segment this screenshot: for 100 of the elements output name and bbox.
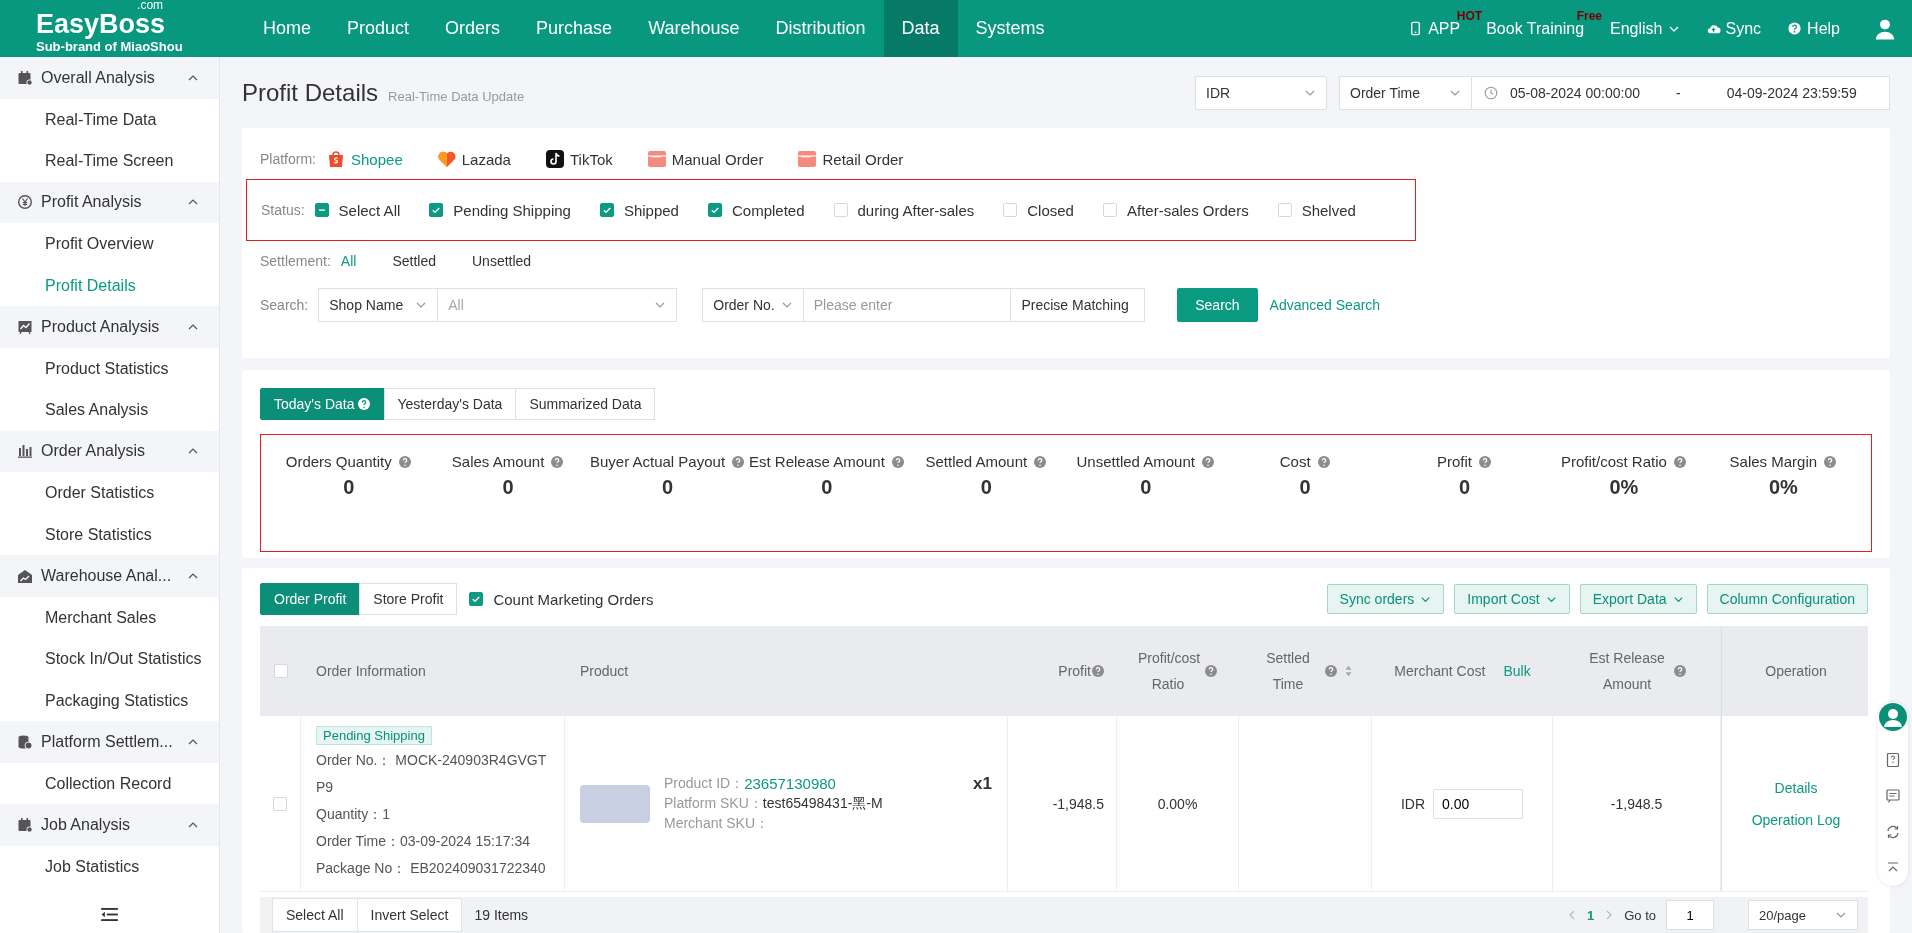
sidebar-item[interactable]: Profit Details — [0, 264, 219, 306]
platform-option[interactable]: Manual Order — [646, 149, 764, 169]
nav-item[interactable]: Data — [883, 0, 958, 57]
data-tab[interactable]: Yesterday's Data — [383, 388, 517, 420]
platform-option[interactable]: Lazada — [436, 149, 511, 169]
refresh-icon[interactable] — [1885, 824, 1901, 840]
stat-label: Buyer Actual Payout — [589, 453, 726, 470]
message-icon[interactable] — [1885, 788, 1901, 804]
column-header: Product — [580, 663, 629, 679]
checkbox[interactable] — [314, 203, 329, 217]
collapse-menu-icon[interactable] — [101, 908, 118, 921]
platform-sku-label: Platform SKU： — [664, 794, 763, 813]
data-tab[interactable]: Today's Data — [260, 388, 385, 420]
sidebar-item[interactable]: Store Statistics — [0, 513, 219, 555]
sidebar-item[interactable]: Collection Record — [0, 762, 219, 804]
table-action-button[interactable]: Sync orders — [1326, 584, 1445, 614]
store-icon — [646, 149, 667, 169]
sidebar-item[interactable]: Merchant Sales — [0, 596, 219, 638]
checkbox[interactable] — [429, 203, 444, 217]
stat-value: 0 — [1459, 476, 1471, 499]
settlement-option[interactable]: Unsettled — [472, 253, 532, 269]
platform-option[interactable]: Retail Order — [797, 149, 904, 169]
stat-label: Unsettled Amount — [1076, 453, 1195, 470]
order-field-select[interactable]: Order No. — [702, 288, 804, 322]
time-type-select[interactable]: Order Time — [1339, 75, 1472, 110]
column-header: Profit/cost Ratio — [1138, 649, 1198, 694]
page-size-select[interactable]: 20/page — [1748, 900, 1858, 930]
date-separator: - — [1676, 84, 1681, 101]
settlement-option[interactable]: All — [340, 253, 357, 269]
logo[interactable]: EasyBoss — [36, 11, 166, 37]
user-icon[interactable] — [1874, 17, 1896, 40]
language-dropdown[interactable]: English — [1610, 19, 1663, 38]
package-number: Package No： EB202409031722340 — [316, 858, 547, 878]
operation-link[interactable]: Operation Log — [1751, 811, 1841, 828]
match-mode-select[interactable]: Precise Matching — [1010, 288, 1146, 322]
column-header: Est Release Amount — [1588, 649, 1666, 694]
table-tab[interactable]: Order Profit — [260, 583, 361, 615]
sidebar-group-header[interactable]: Overall Analysis — [0, 57, 219, 99]
sidebar-item[interactable]: Order Statistics — [0, 472, 219, 514]
operation-link[interactable]: Details — [1774, 779, 1818, 796]
advanced-search-link[interactable]: Advanced Search — [1269, 297, 1381, 313]
sidebar-item[interactable]: Packaging Statistics — [0, 679, 219, 721]
nav-item[interactable]: Purchase — [518, 0, 631, 57]
nav-item[interactable]: Home — [245, 0, 329, 57]
stat-value: 0 — [661, 476, 674, 499]
select-all-button[interactable]: Select All — [272, 898, 358, 932]
data-tab[interactable]: Summarized Data — [515, 388, 656, 420]
date-range-field[interactable]: 05-08-2024 00:00:00 - 04-09-2024 23:59:59 — [1472, 75, 1890, 110]
sort-icon[interactable] — [1344, 664, 1353, 678]
profit-value: -1,948.5 — [1052, 795, 1104, 812]
nav-item[interactable]: Orders — [427, 0, 519, 57]
help-document-icon[interactable] — [1885, 752, 1901, 768]
help-icon — [1478, 454, 1493, 469]
sidebar-group-header[interactable]: Job Analysis — [0, 804, 219, 846]
sidebar-item[interactable]: Stock In/Out Statistics — [0, 638, 219, 680]
go-to-input[interactable]: 1 — [1666, 900, 1714, 930]
table-action-button[interactable]: Export Data — [1579, 584, 1697, 614]
platform-option[interactable]: TikTok — [544, 149, 613, 169]
merchant-cost-input[interactable]: 0.00 — [1433, 788, 1524, 819]
help-icon — [1204, 664, 1218, 678]
table-action-button[interactable]: Column Configuration — [1706, 584, 1868, 614]
status-option-label: Pending Shipping — [453, 201, 571, 219]
sync-button[interactable]: Sync — [1725, 19, 1762, 38]
stat-label: Cost — [1279, 453, 1311, 470]
help-icon — [890, 454, 905, 469]
nav-item[interactable]: Warehouse — [630, 0, 758, 57]
table-action-button[interactable]: Import Cost — [1454, 584, 1570, 614]
sidebar-group-header[interactable]: Warehouse Anal... — [0, 555, 219, 597]
settlement-option[interactable]: Settled — [392, 253, 436, 269]
sidebar-item[interactable]: Real-Time Screen — [0, 140, 219, 182]
avatar-icon[interactable] — [1878, 702, 1908, 732]
sidebar-item[interactable]: Sales Analysis — [0, 389, 219, 431]
nav-item[interactable]: Distribution — [757, 0, 884, 57]
warehouse-icon — [17, 567, 33, 584]
music-note-icon — [544, 149, 565, 169]
sidebar-item[interactable]: Profit Overview — [0, 223, 219, 265]
nav-item[interactable]: Systems — [957, 0, 1063, 57]
currency-select[interactable]: IDR — [1195, 75, 1327, 110]
sidebar-group-header[interactable]: Order Analysis — [0, 430, 219, 472]
sidebar-group-header[interactable]: Profit Analysis — [0, 181, 219, 223]
product-id-link[interactable]: 23657130980 — [744, 775, 836, 792]
checkbox[interactable] — [707, 203, 722, 217]
nav-item[interactable]: Product — [329, 0, 428, 57]
sidebar-item[interactable]: Real-Time Data — [0, 98, 219, 140]
help-link[interactable]: Help — [1807, 19, 1840, 38]
chart-icon — [17, 318, 33, 335]
table-tab[interactable]: Store Profit — [359, 583, 458, 615]
invert-select-button[interactable]: Invert Select — [356, 898, 463, 932]
calendar-icon — [17, 69, 33, 86]
sidebar-item[interactable]: Job Statistics — [0, 845, 219, 887]
sidebar-group-header[interactable]: Product Analysis — [0, 306, 219, 348]
search-button[interactable]: Search — [1177, 288, 1258, 322]
sidebar-group-header[interactable]: Platform Settlem... — [0, 721, 219, 763]
checkbox[interactable] — [599, 203, 614, 217]
stat-value: 0% — [1609, 476, 1639, 499]
order-number-input[interactable]: Please enter — [802, 288, 1012, 322]
platform-option[interactable]: Shopee — [326, 149, 403, 169]
checkbox[interactable] — [469, 592, 484, 606]
shop-field-select[interactable]: Shop Name — [318, 288, 439, 322]
sidebar-item[interactable]: Product Statistics — [0, 347, 219, 389]
